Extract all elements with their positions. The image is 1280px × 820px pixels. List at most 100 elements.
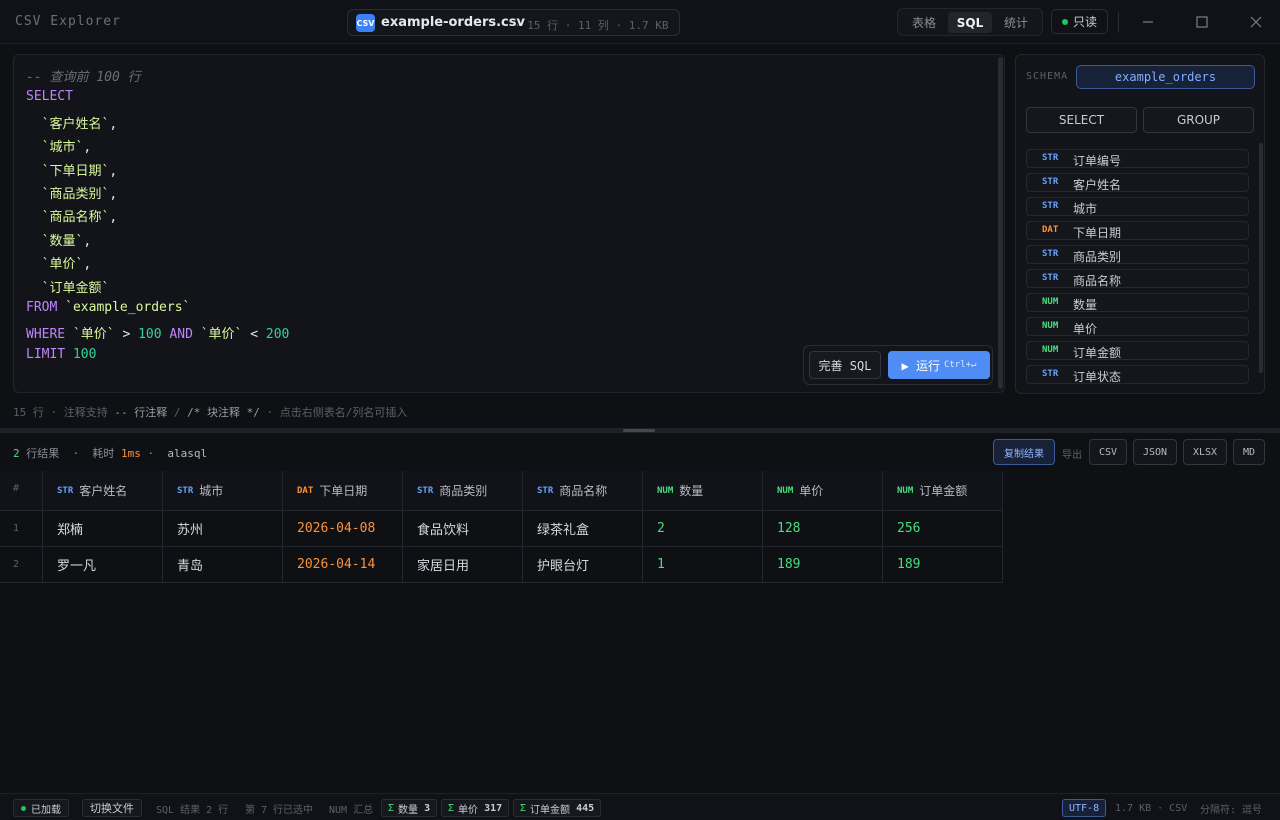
table-cell[interactable]: 青岛	[163, 547, 283, 583]
table-cell[interactable]: 家居日用	[403, 547, 523, 583]
code-line[interactable]: `城市`,	[26, 136, 92, 156]
schema-column-item[interactable]: STR 订单状态	[1026, 365, 1249, 384]
complete-sql-button[interactable]: 完善 SQL	[809, 351, 881, 379]
table-cell[interactable]: 256	[883, 511, 1003, 547]
table-cell[interactable]: 1	[643, 547, 763, 583]
table-cell[interactable]: 罗一凡	[43, 547, 163, 583]
table-cell[interactable]: 128	[763, 511, 883, 547]
code-line[interactable]: `商品类别`,	[26, 183, 118, 203]
maximize-button[interactable]	[1192, 12, 1212, 32]
export-csv-button[interactable]: CSV	[1089, 439, 1127, 465]
table-cell[interactable]: 189	[883, 547, 1003, 583]
schema-scrollbar[interactable]	[1259, 143, 1263, 373]
code-line[interactable]: LIMIT 100	[26, 347, 96, 367]
table-cell[interactable]: 郑楠	[43, 511, 163, 547]
close-button[interactable]	[1246, 12, 1266, 32]
readonly-badge[interactable]: 只读	[1051, 9, 1108, 34]
group-template-button[interactable]: GROUP	[1143, 107, 1254, 133]
table-cell[interactable]: 2	[643, 511, 763, 547]
table-cell[interactable]: 绿茶礼盒	[523, 511, 643, 547]
code-line[interactable]: FROM `example_orders`	[26, 300, 190, 320]
schema-table-name[interactable]: example_orders	[1076, 65, 1255, 89]
column-header[interactable]: DAT 下单日期	[283, 471, 403, 511]
code-token: ,	[83, 257, 92, 273]
file-pill[interactable]: CSV example-orders.csv · 15 行 · 11 列 · 1…	[347, 9, 680, 36]
column-type-badge: NUM	[1042, 321, 1059, 331]
table-cell[interactable]: 189	[763, 547, 883, 583]
export-md-button[interactable]: MD	[1233, 439, 1265, 465]
switch-file-button[interactable]: 切换文件	[82, 799, 142, 817]
export-xlsx-button[interactable]: XLSX	[1183, 439, 1227, 465]
schema-column-item[interactable]: NUM 订单金额	[1026, 341, 1249, 360]
column-name: 订单编号	[1073, 154, 1122, 168]
column-header[interactable]: STR 商品类别	[403, 471, 523, 511]
run-button[interactable]: ▶ 运行 Ctrl+↵	[888, 351, 990, 379]
table-cell[interactable]: 2026-04-08	[283, 511, 403, 547]
column-header-label: 商品类别	[439, 484, 488, 498]
code-line[interactable]: `商品名称`,	[26, 206, 118, 226]
export-json-button[interactable]: JSON	[1133, 439, 1177, 465]
code-line[interactable]: `下单日期`,	[26, 160, 118, 180]
loaded-badge: 已加载	[13, 799, 69, 817]
tab-sql[interactable]: SQL	[948, 12, 992, 33]
table-row[interactable]: 2 罗一凡 青岛 2026-04-14 家居日用 护眼台灯 1 189 189	[0, 547, 1003, 583]
code-line[interactable]: SELECT	[26, 89, 73, 109]
table-cell[interactable]: 护眼台灯	[523, 547, 643, 583]
code-line[interactable]: -- 查询前 100 行	[26, 66, 141, 86]
schema-column-item[interactable]: NUM 单价	[1026, 317, 1249, 336]
schema-column-item[interactable]: NUM 数量	[1026, 293, 1249, 312]
column-type-badge: STR	[177, 485, 194, 496]
code-line[interactable]: WHERE `单价` > 100 AND `单价` < 200	[26, 323, 289, 343]
column-type-badge: DAT	[1042, 225, 1059, 235]
table-cell[interactable]: 苏州	[163, 511, 283, 547]
code-line[interactable]: `单价`,	[26, 253, 92, 273]
tab-table[interactable]: 表格	[902, 12, 946, 33]
results-info: 2 行结果 · 耗时 1ms · alasql	[13, 445, 207, 461]
copy-results-button[interactable]: 复制结果	[993, 439, 1055, 465]
editor-scrollbar[interactable]	[998, 57, 1003, 389]
schema-column-item[interactable]: STR 商品类别	[1026, 245, 1249, 264]
schema-column-item[interactable]: STR 商品名称	[1026, 269, 1249, 288]
tab-stats[interactable]: 统计	[994, 12, 1038, 33]
encoding-badge[interactable]: UTF-8	[1062, 799, 1107, 817]
column-type-badge: NUM	[657, 485, 674, 496]
sum-value: 445	[576, 802, 595, 814]
column-header[interactable]: STR 城市	[163, 471, 283, 511]
csv-file-icon: CSV	[356, 14, 375, 32]
schema-column-item[interactable]: STR 城市	[1026, 197, 1249, 216]
select-template-button[interactable]: SELECT	[1026, 107, 1137, 133]
export-label: 导出	[1062, 450, 1082, 461]
title-bar: CSV Explorer CSV example-orders.csv · 15…	[0, 0, 1280, 44]
schema-column-item[interactable]: DAT 下单日期	[1026, 221, 1249, 240]
schema-column-item[interactable]: STR 客户姓名	[1026, 173, 1249, 192]
result-count: 2	[13, 447, 20, 460]
hint-prefix: 15 行 · 注释支持	[13, 406, 115, 419]
column-type-badge: NUM	[1042, 345, 1059, 355]
column-type-badge: NUM	[777, 485, 794, 496]
column-header-label: 商品名称	[559, 484, 608, 498]
code-line[interactable]: `客户姓名`,	[26, 113, 118, 133]
column-type-badge: NUM	[897, 485, 914, 496]
column-header[interactable]: NUM 数量	[643, 471, 763, 511]
column-header[interactable]: STR 商品名称	[523, 471, 643, 511]
splitter-grip-icon[interactable]	[623, 429, 655, 432]
table-cell[interactable]: 2026-04-14	[283, 547, 403, 583]
column-type-badge: STR	[537, 485, 554, 496]
loaded-label: 已加载	[31, 804, 61, 816]
table-row[interactable]: 1 郑楠 苏州 2026-04-08 食品饮料 绿茶礼盒 2 128 256	[0, 511, 1003, 547]
minimize-button[interactable]	[1138, 12, 1158, 32]
run-label: ▶ 运行	[901, 358, 940, 373]
column-name: 数量	[1073, 298, 1098, 312]
column-type-badge: DAT	[297, 485, 314, 496]
sql-editor[interactable]: 完善 SQL ▶ 运行 Ctrl+↵ -- 查询前 100 行 SELECT `客…	[13, 54, 1005, 393]
column-header[interactable]: STR 客户姓名	[43, 471, 163, 511]
hint-block-comment: /* 块注释 */	[187, 406, 260, 419]
column-header[interactable]: NUM 单价	[763, 471, 883, 511]
code-token: 200	[265, 327, 290, 343]
schema-column-item[interactable]: STR 订单编号	[1026, 149, 1249, 168]
table-cell[interactable]: 食品饮料	[403, 511, 523, 547]
code-token: `订单金额`	[26, 280, 110, 296]
code-line[interactable]: `数量`,	[26, 230, 92, 250]
column-header[interactable]: NUM 订单金额	[883, 471, 1003, 511]
code-line[interactable]: `订单金额`	[26, 277, 110, 297]
